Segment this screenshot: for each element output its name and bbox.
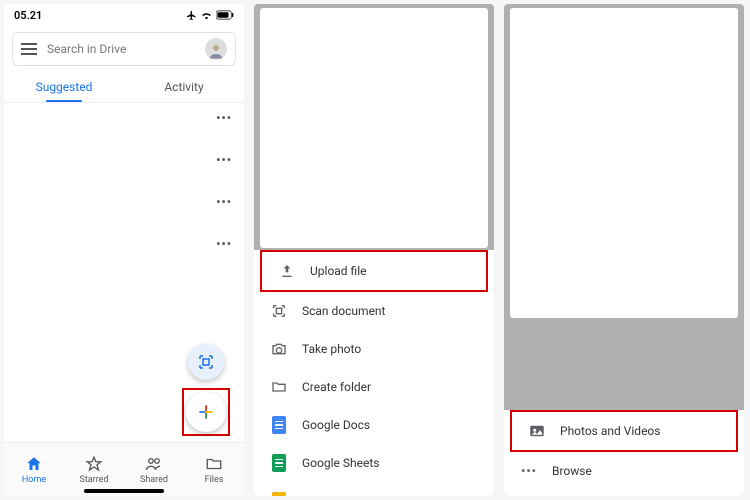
sheets-icon (270, 454, 288, 472)
sheet-label: Browse (552, 464, 592, 478)
sheet-scan-document[interactable]: Scan document (254, 292, 494, 330)
slides-icon (270, 492, 288, 496)
people-icon (145, 455, 163, 473)
sheet-label: Google Sheets (302, 456, 379, 470)
nav-label: Home (22, 475, 46, 485)
sheet-label: Photos and Videos (560, 424, 660, 438)
source-bottom-sheet: Photos and Videos ••• Browse (504, 410, 744, 496)
scan-preview (260, 8, 488, 248)
sheet-label: Google Slides (302, 494, 375, 496)
sheet-google-sheets[interactable]: Google Sheets (254, 444, 494, 482)
fab-scan[interactable] (188, 344, 224, 380)
tabs: Suggested Activity (4, 72, 244, 102)
upload-icon (278, 262, 296, 280)
highlight-fab (182, 388, 230, 436)
hamburger-icon[interactable] (21, 43, 37, 55)
folder-icon (270, 378, 288, 396)
highlight-upload: Upload file (260, 250, 488, 292)
scan-icon (270, 302, 288, 320)
more-icon: ••• (520, 462, 538, 480)
tab-activity[interactable]: Activity (124, 72, 244, 102)
sheet-label: Create folder (302, 380, 371, 394)
sheet-upload-file[interactable]: Upload file (262, 252, 486, 290)
scan-preview (510, 8, 738, 318)
nav-home[interactable]: Home (4, 443, 64, 496)
fab-add[interactable] (186, 392, 226, 432)
more-icon[interactable]: ••• (216, 111, 232, 125)
airplane-icon (186, 10, 197, 21)
search-placeholder: Search in Drive (47, 42, 195, 56)
sheet-label: Upload file (310, 264, 366, 278)
docs-icon (270, 416, 288, 434)
more-icon[interactable]: ••• (216, 153, 232, 167)
folder-icon (205, 455, 223, 473)
avatar[interactable] (205, 38, 227, 60)
nav-label: Files (205, 475, 224, 485)
screen-home: 05.21 Search in Drive Suggested Activity… (4, 4, 244, 496)
nav-files[interactable]: Files (184, 443, 244, 496)
sheet-browse[interactable]: ••• Browse (504, 452, 744, 490)
sheet-photos-videos[interactable]: Photos and Videos (512, 412, 736, 450)
nav-label: Starred (79, 475, 108, 485)
tab-suggested[interactable]: Suggested (4, 72, 124, 102)
file-list: ••• ••• ••• ••• (4, 103, 244, 259)
sheet-label: Scan document (302, 304, 385, 318)
star-icon (85, 455, 103, 473)
sheet-google-docs[interactable]: Google Docs (254, 406, 494, 444)
status-icons (186, 10, 234, 21)
scan-icon (197, 353, 215, 371)
battery-icon (216, 10, 234, 20)
more-icon[interactable]: ••• (216, 237, 232, 251)
status-bar: 05.21 (4, 4, 244, 26)
search-bar[interactable]: Search in Drive (12, 32, 236, 66)
more-icon[interactable]: ••• (216, 195, 232, 209)
highlight-photos-videos: Photos and Videos (510, 410, 738, 452)
status-time: 05.21 (14, 9, 42, 22)
media-icon (528, 422, 546, 440)
bottom-nav: Home Starred Shared Files (4, 442, 244, 496)
sheet-google-slides[interactable]: Google Slides (254, 482, 494, 496)
sheet-take-photo[interactable]: Take photo (254, 330, 494, 368)
plus-icon (196, 402, 216, 422)
screen-source-sheet: 05.21 Search in Drive Suggested Activity… (504, 4, 744, 496)
wifi-icon (200, 10, 213, 20)
sheet-label: Google Docs (302, 418, 370, 432)
screen-create-sheet: 05.21 Search in Drive Suggested Activity… (254, 4, 494, 496)
sheet-create-folder[interactable]: Create folder (254, 368, 494, 406)
home-icon (25, 455, 43, 473)
sheet-label: Take photo (302, 342, 361, 356)
camera-icon (270, 340, 288, 358)
create-bottom-sheet: Upload file Scan document Take photo Cre… (254, 250, 494, 496)
nav-label: Shared (140, 475, 168, 485)
home-indicator (84, 489, 164, 493)
fab-stack (182, 344, 230, 436)
